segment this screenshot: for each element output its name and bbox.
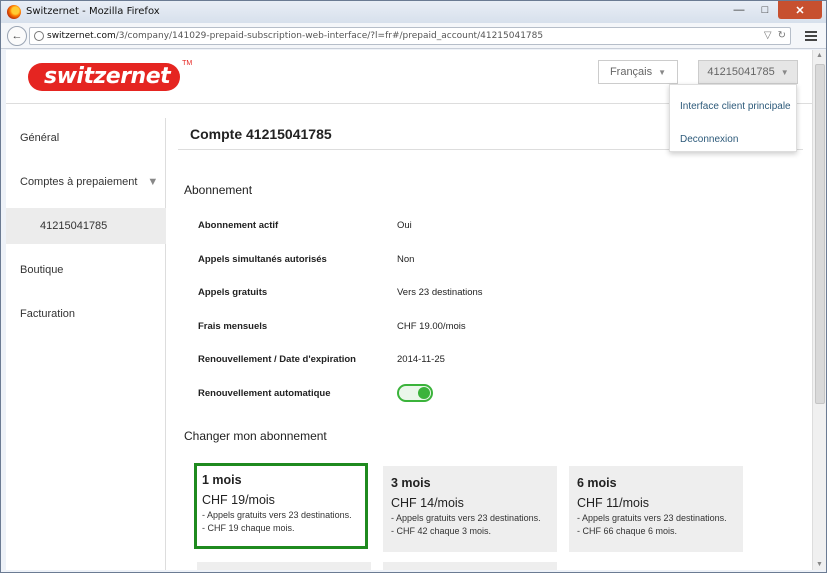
plan-price: CHF 19/mois [202,493,275,507]
plan-card-3-months[interactable]: 3 mois CHF 14/mois - Appels gratuits ver… [383,466,557,552]
navigation-bar: ← switzernet.com/3/company/141029-prepai… [1,23,826,49]
row-label-monthly-fee: Frais mensuels [198,321,268,332]
sidebar-item-shop[interactable]: Boutique [6,252,166,288]
main-content: Compte 41215041785 Abonnement Abonnement… [178,118,803,570]
page-scrollbar[interactable]: ▲ ▼ [812,50,826,570]
toggle-knob [418,387,430,399]
language-label: Français [609,66,653,78]
title-bar: Switzernet - Mozilla Firefox — □ ✕ [1,1,826,23]
hamburger-menu-icon[interactable] [802,27,820,45]
caret-down-icon: ▼ [658,67,667,77]
plan-detail: - Appels gratuits vers 23 destinations. [577,513,727,523]
row-label-simultaneous: Appels simultanés autorisés [198,254,327,265]
scroll-up-icon[interactable]: ▲ [816,52,823,59]
switzernet-logo[interactable]: switzernet TM [28,60,192,94]
plan-duration: 1 mois [202,473,242,487]
sidebar-item-label: Facturation [20,308,76,320]
row-value-simultaneous: Non [397,254,415,265]
row-label-free-calls: Appels gratuits [198,287,268,298]
row-label-active: Abonnement actif [198,220,279,231]
plan-detail: - CHF 66 chaque 6 mois. [577,526,678,536]
plan-duration: 6 mois [577,476,617,490]
account-menu-label: 41215041785 [707,66,775,78]
close-window-button[interactable]: ✕ [778,1,822,19]
plan-card-6-months[interactable]: 6 mois CHF 11/mois - Appels gratuits ver… [569,466,743,552]
minimize-button[interactable]: — [726,1,752,19]
plan-detail: - Appels gratuits vers 23 destinations. [391,513,541,523]
maximize-button[interactable]: □ [752,1,778,19]
change-subscription-title: Changer mon abonnement [184,429,327,443]
sidebar-item-label: Comptes à prepaiement [20,176,138,188]
row-label-auto-renew: Renouvellement automatique [198,388,331,399]
globe-icon [34,31,44,41]
row-label-expiration: Renouvellement / Date d'expiration [198,354,356,365]
sidebar-item-general[interactable]: Général [6,120,166,156]
url-path: /3/company/141029-prepaid-subscription-w… [115,31,544,41]
plan-price: CHF 11/mois [577,496,650,510]
plan-card-1-month[interactable]: 1 mois CHF 19/mois - Appels gratuits ver… [194,463,368,549]
back-button[interactable]: ← [7,26,27,46]
account-menu-button[interactable]: 41215041785 ▼ [698,60,798,84]
sidebar-item-account[interactable]: 41215041785 [6,208,166,244]
menu-item-logout[interactable]: Deconnexion [680,134,738,145]
account-dropdown-menu: Interface client principale Deconnexion [669,84,797,152]
window-controls: — □ ✕ [726,1,822,19]
subscription-section-title: Abonnement [184,183,253,197]
firefox-logo-icon [7,5,21,19]
url-host: switzernet.com [47,31,116,41]
plan-price: CHF 14/mois [391,496,464,510]
row-value-free-calls: Vers 23 destinations [397,287,483,298]
plan-card-partial [383,562,557,570]
browser-window: Switzernet - Mozilla Firefox — □ ✕ ← swi… [0,0,827,573]
bookmark-star-icon[interactable]: ▽ [764,30,772,41]
sidebar: Général Comptes à prepaiement ▼ 41215041… [6,118,166,570]
plan-detail: - CHF 42 chaque 3 mois. [391,526,492,536]
menu-item-main-interface[interactable]: Interface client principale [680,101,791,112]
url-bar[interactable]: switzernet.com/3/company/141029-prepaid-… [29,27,791,45]
plan-detail: - Appels gratuits vers 23 destinations. [202,510,352,520]
sidebar-item-billing[interactable]: Facturation [6,296,166,332]
logo-trademark: TM [182,60,193,67]
sidebar-item-prepaid-accounts[interactable]: Comptes à prepaiement ▼ [6,164,166,200]
url-bar-icons: ▽ ↻ [764,30,786,41]
window-title: Switzernet - Mozilla Firefox [26,6,160,17]
scroll-down-icon[interactable]: ▼ [816,561,823,568]
row-value-active: Oui [397,220,412,231]
auto-renew-toggle[interactable] [397,384,433,402]
reload-icon[interactable]: ↻ [778,30,786,41]
caret-down-icon: ▼ [780,67,789,77]
url-text[interactable]: switzernet.com/3/company/141029-prepaid-… [47,31,543,41]
web-page: switzernet TM Français ▼ 41215041785 ▼ I… [6,50,812,570]
plan-duration: 3 mois [391,476,431,490]
sidebar-item-label: Boutique [20,264,64,276]
row-value-expiration: 2014-11-25 [397,354,445,365]
sidebar-item-label: 41215041785 [40,220,108,232]
scroll-thumb[interactable] [815,64,825,404]
logo-text: switzernet [28,63,181,91]
language-button[interactable]: Français ▼ [598,60,678,84]
sidebar-item-label: Général [20,132,60,144]
back-arrow-icon: ← [11,30,23,42]
row-value-monthly-fee: CHF 19.00/mois [397,321,466,332]
plan-card-partial [197,562,371,570]
plan-detail: - CHF 19 chaque mois. [202,523,295,533]
triangle-down-icon: ▼ [147,176,159,188]
page-title: Compte 41215041785 [190,126,332,142]
